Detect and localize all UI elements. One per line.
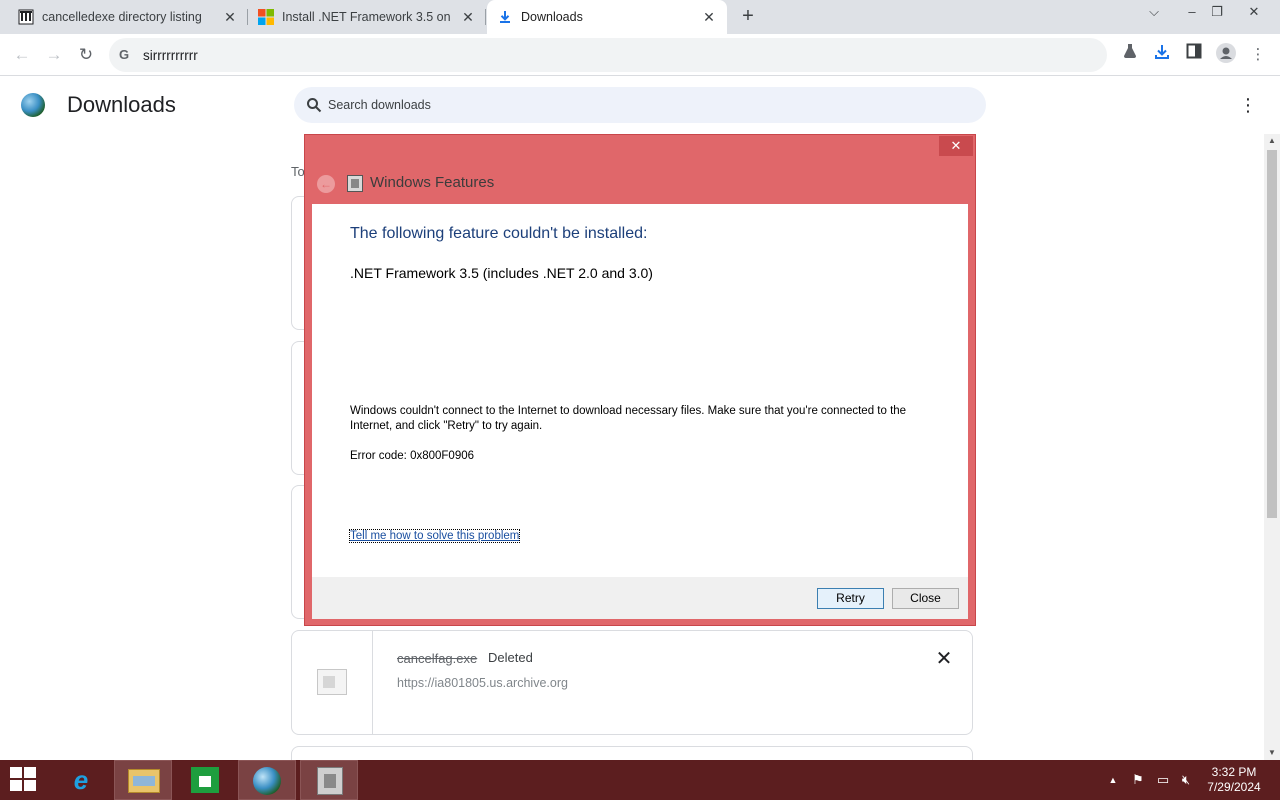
dialog-footer: Retry Close	[312, 577, 968, 619]
download-card: cancelfag.exe Deleted https://ia801805.u…	[291, 630, 973, 735]
remove-download-icon[interactable]: ✕	[934, 649, 954, 669]
close-button[interactable]: Close	[892, 588, 959, 609]
file-icon	[317, 669, 347, 695]
action-center-flag-icon[interactable]: ⚑	[1128, 760, 1148, 800]
windows-features-icon	[347, 175, 363, 192]
tray-expand-icon[interactable]: ▲	[1104, 760, 1122, 800]
side-panel-icon[interactable]	[1182, 43, 1206, 67]
clock-date: 7/29/2024	[1207, 780, 1261, 794]
tab-directory-listing[interactable]: cancelledexe directory listing ✕	[8, 0, 248, 34]
taskbar-globe-app[interactable]	[238, 760, 296, 800]
tab-close-icon[interactable]: ✕	[701, 9, 717, 25]
clock-time: 3:32 PM	[1211, 765, 1257, 779]
internet-explorer-icon: e	[73, 765, 89, 795]
forward-button[interactable]: →	[41, 42, 67, 68]
back-arrow-icon[interactable]: ←	[317, 175, 335, 193]
scroll-up-icon[interactable]: ▲	[1264, 134, 1280, 148]
tab-label: Downloads	[521, 10, 583, 24]
file-icon-column	[292, 631, 373, 734]
download-url[interactable]: https://ia801805.us.archive.org	[397, 676, 568, 690]
windows-logo-icon	[10, 767, 38, 793]
tab-install-dotnet[interactable]: Install .NET Framework 3.5 on W ✕	[248, 0, 486, 34]
new-tab-button[interactable]: +	[737, 6, 759, 28]
taskbar-windows-features[interactable]	[300, 760, 358, 800]
feature-name: .NET Framework 3.5 (includes .NET 2.0 an…	[350, 265, 653, 281]
google-icon: G	[119, 47, 130, 62]
taskbar-internet-explorer[interactable]: e	[52, 760, 110, 800]
restore-button[interactable]: ❐	[1201, 0, 1233, 26]
windows-taskbar: e ▲ ⚑ ▭ 🔇︎ 3:32 PM 7/29/2024	[0, 760, 1280, 800]
error-message: Windows couldn't connect to the Internet…	[350, 405, 907, 432]
tab-close-icon[interactable]: ✕	[222, 9, 238, 25]
windows-features-dialog: ✕ ← Windows Features The following featu…	[304, 134, 976, 626]
browser-toolbar: ← → ↻ G sirrrrrrrrrr ⋮	[0, 34, 1280, 76]
dialog-close-icon[interactable]: ✕	[939, 136, 973, 156]
tab-search-chevron-icon[interactable]: ⌵	[1138, 0, 1170, 26]
start-button[interactable]	[0, 760, 50, 800]
scroll-down-icon[interactable]: ▼	[1264, 746, 1280, 760]
network-icon[interactable]: ▭	[1152, 760, 1174, 800]
retry-button[interactable]: Retry	[817, 588, 884, 609]
volume-muted-icon[interactable]: 🔇︎	[1176, 760, 1196, 800]
error-heading: The following feature couldn't be instal…	[350, 225, 648, 242]
tab-label: cancelledexe directory listing	[42, 10, 202, 24]
file-explorer-icon	[128, 769, 160, 793]
address-text: sirrrrrrrrrr	[143, 47, 198, 63]
download-status: Deleted	[488, 650, 533, 665]
help-link[interactable]: Tell me how to solve this problem	[348, 529, 521, 543]
taskbar-store[interactable]	[176, 760, 234, 800]
downloads-icon[interactable]	[1150, 43, 1174, 67]
address-bar[interactable]: G sirrrrrrrrrr	[109, 38, 1107, 72]
globe-app-icon	[253, 767, 281, 795]
search-icon	[306, 97, 322, 113]
store-icon	[191, 767, 219, 793]
browser-menu-icon[interactable]: ⋮	[1246, 43, 1270, 67]
tab-downloads[interactable]: Downloads ✕	[487, 0, 727, 34]
file-name: cancelfag.exe	[397, 651, 478, 666]
downloads-logo-icon	[21, 93, 45, 117]
profile-avatar-icon[interactable]	[1214, 43, 1238, 67]
download-icon	[497, 9, 513, 25]
page-scrollbar[interactable]: ▲ ▼	[1264, 134, 1280, 760]
page-title: Downloads	[67, 92, 176, 117]
reload-button[interactable]: ↻	[73, 42, 99, 68]
scrollbar-thumb[interactable]	[1267, 150, 1277, 518]
dialog-title: Windows Features	[370, 174, 495, 191]
search-input[interactable]	[328, 98, 928, 112]
close-window-button[interactable]: ✕	[1238, 0, 1270, 26]
windows-features-icon	[317, 767, 343, 795]
date-heading: To	[291, 164, 305, 179]
microsoft-icon	[258, 9, 274, 25]
error-code: Error code: 0x800F0906	[350, 450, 475, 462]
downloads-menu-icon[interactable]: ⋮	[1238, 93, 1258, 117]
tab-close-icon[interactable]: ✕	[460, 9, 476, 25]
back-button[interactable]: ←	[9, 42, 35, 68]
archive-icon	[18, 9, 34, 25]
tab-label: Install .NET Framework 3.5 on W	[282, 10, 454, 24]
tab-strip: cancelledexe directory listing ✕ Install…	[0, 0, 1280, 34]
search-downloads-box[interactable]	[294, 87, 986, 123]
taskbar-file-explorer[interactable]	[114, 760, 172, 800]
dialog-content: The following feature couldn't be instal…	[312, 204, 968, 577]
taskbar-clock[interactable]: 3:32 PM 7/29/2024	[1196, 765, 1272, 795]
labs-flask-icon[interactable]	[1118, 43, 1142, 67]
